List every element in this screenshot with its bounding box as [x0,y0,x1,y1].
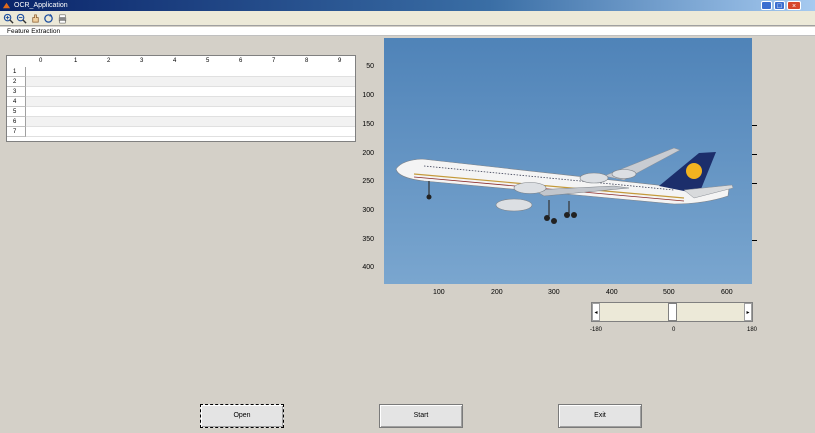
y-tick-label: 350 [362,236,374,243]
y-tick-label: 150 [362,121,374,128]
panel-label-strip: Feature Extraction [0,27,815,36]
row-header: 7 [7,127,26,137]
slider-left-arrow[interactable]: ◂ [592,303,600,321]
row-header: 1 [7,67,26,77]
exit-button[interactable]: Exit [558,404,642,428]
table-row[interactable] [26,87,355,97]
rotate-icon[interactable] [43,13,54,24]
column-header: 4 [173,58,177,64]
x-tick-label: 500 [663,289,675,296]
open-button[interactable]: Open [200,404,284,428]
right-axis-tick [752,125,757,126]
column-header: 2 [107,58,111,64]
figure-toolbar [0,11,815,26]
zoom-in-icon[interactable] [3,13,14,24]
column-header: 8 [305,58,309,64]
slider-right-arrow[interactable]: ▸ [744,303,752,321]
panel-label: Feature Extraction [7,28,61,35]
right-axis-tick [752,183,757,184]
row-header: 6 [7,117,26,127]
x-tick-label: 200 [491,289,503,296]
matlab-app-icon [2,2,11,9]
airplane-image [384,38,752,284]
maximize-button[interactable]: □ [774,1,785,10]
image-axes [384,38,752,284]
row-header: 4 [7,97,26,107]
right-axis-tick [752,240,757,241]
column-header: 0 [39,58,43,64]
slider-thumb[interactable] [668,303,677,321]
x-tick-label: 400 [606,289,618,296]
y-tick-label: 50 [366,63,374,70]
table-row[interactable] [26,127,355,137]
column-header: 9 [338,58,342,64]
title-bar: OCR_Application _ □ × [0,0,815,11]
row-header: 2 [7,77,26,87]
row-header: 5 [7,107,26,117]
table-row[interactable] [26,117,355,127]
minimize-button[interactable]: _ [761,1,772,10]
slider-max-label: 180 [747,327,758,333]
column-header: 6 [239,58,243,64]
table-row[interactable] [26,77,355,87]
column-header: 5 [206,58,210,64]
pan-icon[interactable] [30,13,41,24]
close-button[interactable]: × [787,1,801,10]
x-tick-label: 600 [721,289,733,296]
slider-mid-label: 0 [672,327,676,333]
rotation-slider[interactable]: ◂ ▸ [591,302,753,322]
x-tick-label: 300 [548,289,560,296]
column-header: 1 [74,58,78,64]
y-tick-label: 400 [362,264,374,271]
table-row[interactable] [26,97,355,107]
zoom-out-icon[interactable] [16,13,27,24]
y-tick-label: 200 [362,150,374,157]
window-title: OCR_Application [14,2,68,9]
table-row[interactable] [26,67,355,77]
print-icon[interactable] [57,13,68,24]
right-axis-tick [752,154,757,155]
y-tick-label: 250 [362,178,374,185]
y-tick-label: 300 [362,207,374,214]
slider-min-label: -180 [590,327,603,333]
y-tick-label: 100 [362,92,374,99]
row-header: 3 [7,87,26,97]
table-header: 0 1 2 3 4 5 6 7 8 9 [7,56,355,67]
column-header: 7 [272,58,276,64]
x-tick-label: 100 [433,289,445,296]
column-header: 3 [140,58,144,64]
table-row[interactable] [26,107,355,117]
start-button[interactable]: Start [379,404,463,428]
feature-table[interactable]: 0 1 2 3 4 5 6 7 8 9 1 2 3 4 5 6 7 [6,55,356,142]
